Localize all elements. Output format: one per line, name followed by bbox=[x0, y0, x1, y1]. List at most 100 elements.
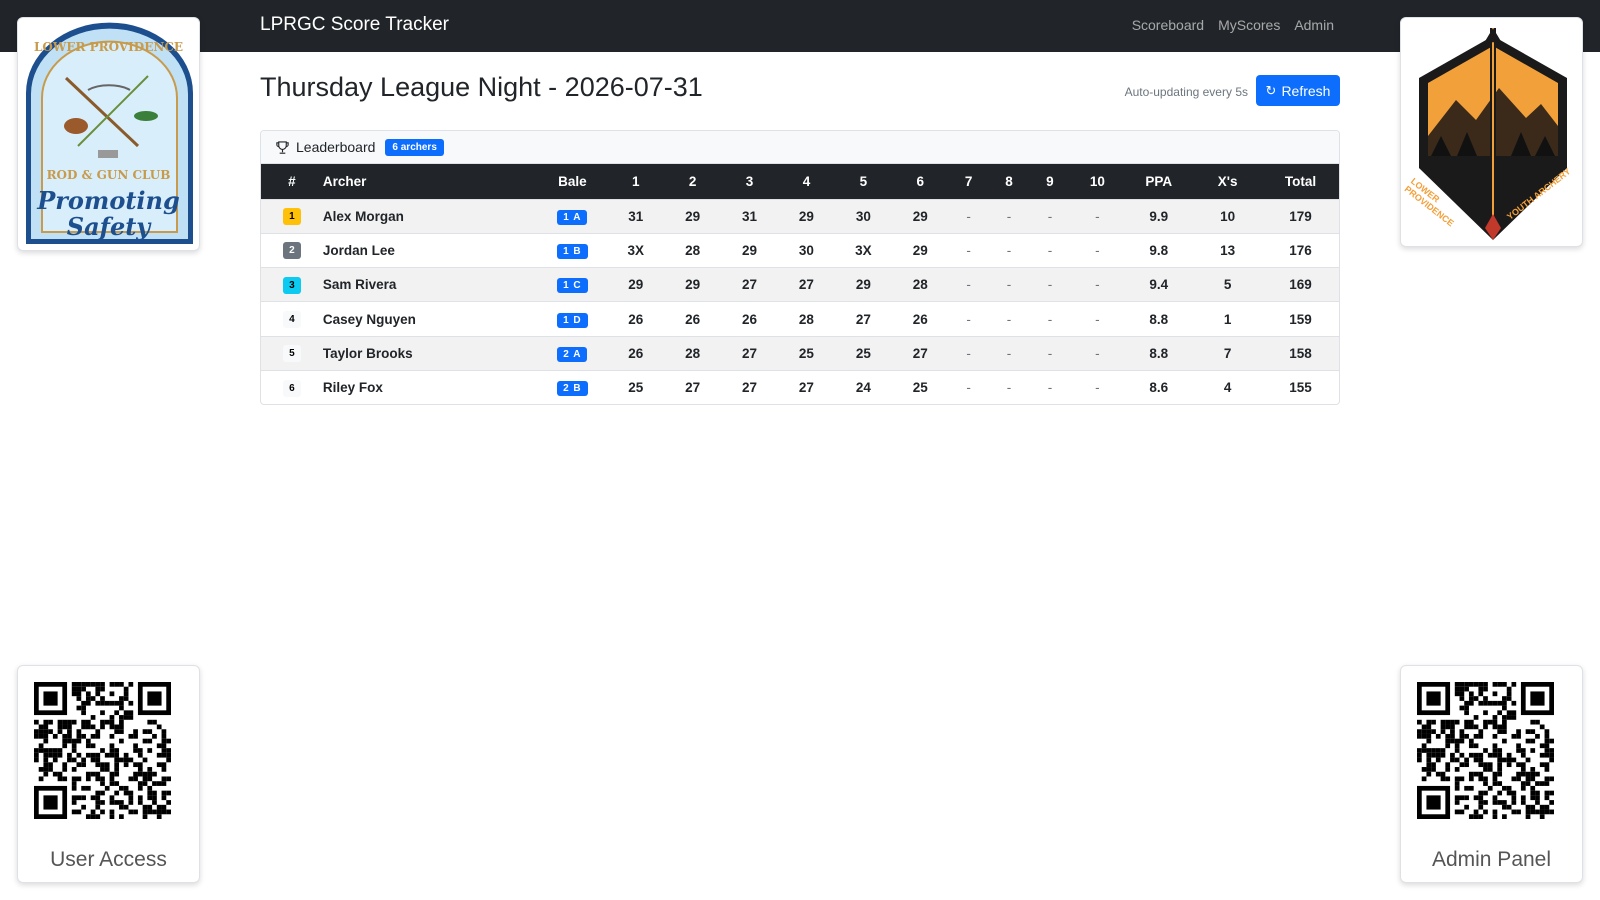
end-score: 3X bbox=[855, 242, 872, 258]
user-access-qr-code[interactable] bbox=[34, 682, 171, 819]
qr-module bbox=[1539, 804, 1545, 810]
navbar-brand[interactable]: LPRGC Score Tracker bbox=[260, 14, 449, 36]
qr-module bbox=[43, 738, 49, 744]
qr-module bbox=[1511, 776, 1517, 782]
nav-link-scoreboard[interactable]: Scoreboard bbox=[1132, 17, 1204, 33]
qr-module bbox=[161, 781, 167, 786]
refresh-label: Refresh bbox=[1281, 82, 1331, 99]
qr-module bbox=[1492, 724, 1498, 730]
qr-module bbox=[34, 748, 39, 753]
table-row[interactable]: 2 Jordan Lee 1 B 3X 28 29 30 3X 29 - - - - 9.8 13 176 bbox=[261, 233, 1339, 267]
nav-link-admin[interactable]: Admin bbox=[1294, 17, 1334, 33]
qr-module bbox=[1539, 814, 1545, 819]
table-row[interactable]: 5 Taylor Brooks 2 A 26 28 27 25 25 27 - - - - 8.8 7 158 bbox=[261, 336, 1339, 371]
qr-module bbox=[34, 733, 39, 739]
qr-finder-pattern bbox=[1530, 691, 1545, 706]
qr-module bbox=[81, 757, 86, 763]
qr-module bbox=[1487, 752, 1493, 758]
qr-module bbox=[1426, 729, 1432, 734]
qr-module bbox=[1530, 771, 1536, 777]
qr-module bbox=[1511, 710, 1517, 716]
qr-module bbox=[1426, 752, 1432, 758]
qr-finder-pattern bbox=[43, 795, 58, 810]
qr-module bbox=[128, 682, 134, 687]
qr-module bbox=[1506, 715, 1512, 720]
qr-module bbox=[114, 729, 120, 734]
table-row[interactable]: 1 Alex Morgan 1 A 31 29 31 29 30 29 - - - - 9.9 10 179 bbox=[261, 199, 1339, 234]
table-row[interactable]: 3 Sam Rivera 1 C 29 29 27 27 29 28 - - - - 9.4 5 169 bbox=[261, 267, 1339, 302]
qr-module bbox=[85, 752, 91, 758]
qr-module bbox=[62, 738, 68, 744]
bale-badge: 2 B bbox=[557, 381, 588, 397]
refresh-button[interactable]: ↻ Refresh bbox=[1256, 75, 1340, 106]
qr-module bbox=[1502, 705, 1507, 711]
admin-panel-qr-card[interactable]: Admin Panel bbox=[1400, 665, 1583, 883]
qr-module bbox=[156, 781, 162, 786]
user-access-qr-card[interactable]: User Access bbox=[17, 665, 200, 883]
qr-module bbox=[71, 682, 77, 687]
leaderboard-table: # Archer Bale 1 2 3 4 5 6 7 8 9 10 PPA X's Total 1 Alex … bbox=[261, 164, 1339, 404]
qr-module bbox=[34, 719, 39, 725]
qr-module bbox=[114, 700, 120, 706]
qr-module bbox=[114, 757, 120, 763]
qr-module bbox=[133, 762, 138, 768]
qr-module bbox=[1535, 790, 1540, 796]
qr-module bbox=[1445, 743, 1451, 749]
qr-module bbox=[1525, 729, 1531, 734]
qr-module bbox=[128, 715, 134, 720]
qr-module bbox=[81, 700, 86, 706]
qr-module bbox=[1478, 790, 1484, 796]
qr-module bbox=[76, 696, 82, 701]
qr-module bbox=[48, 719, 53, 725]
qr-module bbox=[1492, 771, 1498, 777]
qr-module bbox=[161, 743, 167, 749]
bale-cell: 1 D bbox=[537, 302, 607, 336]
qr-module bbox=[1473, 715, 1479, 720]
qr-module bbox=[95, 771, 101, 777]
qr-module bbox=[119, 715, 124, 720]
qr-module bbox=[1535, 733, 1540, 739]
qr-module bbox=[1492, 743, 1498, 749]
qr-module bbox=[1511, 757, 1517, 763]
xs-cell: 5 bbox=[1223, 277, 1232, 293]
nav-link-myscores[interactable]: MyScores bbox=[1218, 17, 1280, 33]
admin-panel-caption: Admin Panel bbox=[1431, 848, 1552, 871]
qr-module bbox=[1468, 785, 1474, 791]
qr-module bbox=[1450, 729, 1455, 734]
qr-module bbox=[1544, 781, 1550, 786]
qr-module bbox=[100, 719, 105, 725]
xs-cell: 1 bbox=[1223, 311, 1232, 327]
qr-module bbox=[1478, 762, 1484, 768]
total-cell: 169 bbox=[1289, 277, 1312, 293]
qr-module bbox=[76, 705, 82, 711]
end-score: - bbox=[966, 242, 971, 258]
qr-module bbox=[156, 809, 162, 815]
qr-module bbox=[109, 795, 115, 801]
qr-module bbox=[1454, 785, 1460, 791]
qr-module bbox=[1530, 738, 1536, 744]
qr-module bbox=[109, 748, 115, 753]
qr-module bbox=[90, 752, 96, 758]
qr-module bbox=[1450, 738, 1455, 744]
qr-module bbox=[76, 682, 82, 687]
bale-cell: 1 A bbox=[537, 199, 607, 233]
qr-module bbox=[1502, 814, 1507, 819]
qr-module bbox=[1431, 729, 1436, 734]
qr-module bbox=[1464, 686, 1469, 692]
logo-text-club: ROD & GUN CLUB bbox=[46, 168, 171, 182]
table-row[interactable]: 4 Casey Nguyen 1 D 26 26 26 28 27 26 - - - - 8.8 1 159 bbox=[261, 301, 1339, 336]
table-row[interactable]: 6 Riley Fox 2 B 25 27 27 27 24 25 - - - - 8.6 4 155 bbox=[261, 370, 1339, 404]
qr-module bbox=[67, 729, 72, 734]
qr-module bbox=[1516, 743, 1521, 749]
end-score: - bbox=[1047, 311, 1053, 327]
admin-panel-qr-code[interactable] bbox=[1417, 682, 1554, 819]
qr-module bbox=[95, 804, 101, 810]
qr-module bbox=[1525, 738, 1531, 744]
end-score: 24 bbox=[855, 380, 871, 396]
qr-module bbox=[38, 767, 44, 772]
qr-module bbox=[104, 785, 110, 791]
qr-module bbox=[1520, 767, 1526, 772]
qr-module bbox=[156, 804, 162, 810]
qr-module bbox=[1530, 729, 1536, 734]
qr-module bbox=[1549, 738, 1554, 744]
